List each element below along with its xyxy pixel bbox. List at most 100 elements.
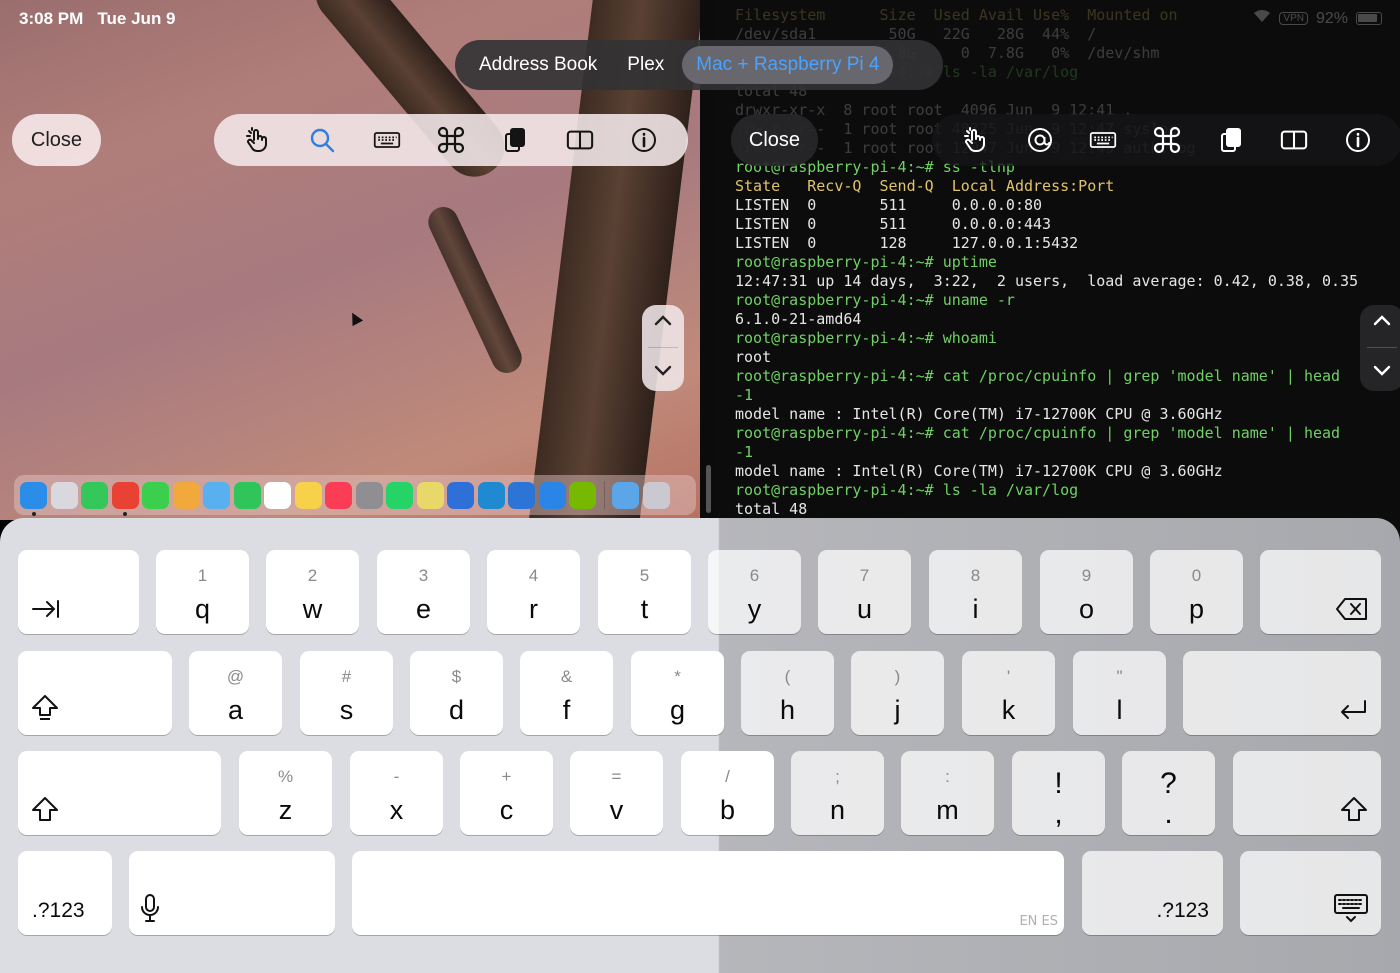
hide-keyboard-key[interactable] [1240, 851, 1381, 935]
dock-app-nvidia-icon[interactable] [569, 481, 596, 509]
key-j[interactable]: ) j [851, 651, 944, 735]
dock-app-messages-icon[interactable] [142, 481, 169, 509]
tab-address-book[interactable]: Address Book [467, 46, 609, 84]
key-u[interactable]: 7u [818, 550, 911, 634]
info-icon[interactable] [1339, 121, 1377, 159]
scroll-down-button[interactable] [1372, 364, 1392, 383]
tab-mac-raspberry-pi-4[interactable]: Mac + Raspberry Pi 4 [682, 46, 894, 84]
numbers-key[interactable]: .?123 [1082, 851, 1223, 935]
key-t[interactable]: 5t [598, 550, 691, 634]
key-g[interactable]: * g [631, 651, 724, 735]
shift-key[interactable] [18, 751, 221, 835]
search-icon[interactable] [303, 121, 341, 159]
info-icon[interactable] [625, 121, 663, 159]
touch-icon[interactable] [957, 121, 995, 159]
key-h[interactable]: (h [741, 651, 834, 735]
dock-app-launchpad-icon[interactable] [50, 481, 78, 509]
terminal-line: root@raspberry-pi-4:~# whoami [735, 329, 997, 347]
key-alt-char: 2 [307, 566, 318, 585]
delete-key[interactable] [1260, 550, 1381, 634]
key-exclamation[interactable]: !, [1012, 751, 1105, 835]
dock-app-settings-icon[interactable] [355, 481, 383, 509]
keyboard-icon[interactable] [368, 121, 406, 159]
scroll-down-button[interactable] [653, 364, 673, 383]
numbers-key-label: .?123 [32, 899, 85, 922]
key-v[interactable]: = v [570, 751, 663, 835]
key-d[interactable]: $ d [410, 651, 503, 735]
key-alt-char: + [501, 767, 512, 786]
dock-app-music-icon[interactable] [325, 481, 352, 509]
return-key[interactable] [1183, 651, 1381, 735]
key-s[interactable]: # s [300, 651, 393, 735]
dock-app-photos-icon[interactable] [172, 481, 200, 509]
dock-app-preview-icon[interactable] [447, 481, 474, 509]
key-question[interactable]: ?. [1122, 751, 1215, 835]
right-scroll-stepper [1360, 305, 1400, 391]
shift-key[interactable] [1233, 751, 1381, 835]
dock-app-stickies-icon[interactable] [416, 481, 444, 509]
terminal-line: -1 [735, 386, 754, 404]
dock-app-chrome-icon[interactable] [111, 481, 139, 516]
terminal-line: root@raspberry-pi-4:~# uptime [735, 253, 997, 271]
dock-app-maps-icon[interactable] [203, 481, 230, 509]
dock-app-trash-icon[interactable] [642, 481, 670, 509]
scroll-up-button[interactable] [653, 313, 673, 332]
terminal-line: State Recv-Q Send-Q Local Address:Port [735, 177, 1115, 195]
clipboard-icon[interactable] [496, 121, 534, 159]
key-alt-char: - [393, 767, 400, 786]
dock-app-facetime-icon[interactable] [233, 481, 261, 509]
scroll-up-button[interactable] [1372, 313, 1392, 332]
terminal-line: LISTEN 0 511 0.0.0.0:80 [735, 196, 1043, 214]
key-e[interactable]: 3e [377, 550, 470, 634]
key-char: z [278, 795, 293, 825]
dock-app-whatsapp-icon[interactable] [386, 481, 413, 509]
tab-key[interactable] [18, 550, 139, 634]
key-a[interactable]: @ a [189, 651, 282, 735]
space-key[interactable]: EN ES [352, 851, 1064, 935]
command-icon[interactable] [1148, 121, 1186, 159]
key-alt-char: % [277, 767, 294, 786]
clipboard-icon[interactable] [1212, 121, 1250, 159]
key-z[interactable]: % z [239, 751, 332, 835]
close-left-session-button[interactable]: Close [12, 114, 101, 166]
dock-app-downloads-folder-icon[interactable] [612, 481, 639, 509]
split-view-icon[interactable] [1275, 121, 1313, 159]
key-i[interactable]: 8i [929, 550, 1022, 634]
tab-plex[interactable]: Plex [615, 46, 676, 84]
key-o[interactable]: 9o [1040, 550, 1133, 634]
dock-app-calendar-icon[interactable] [264, 481, 291, 509]
caps-lock-key[interactable] [18, 651, 172, 735]
key-m[interactable]: :m [901, 751, 994, 835]
dock-app-xcode-icon[interactable] [508, 481, 535, 509]
key-n[interactable]: ; n [791, 751, 884, 835]
dock-app-remote-desktop-icon[interactable] [538, 481, 566, 509]
key-q[interactable]: 1q [156, 550, 249, 634]
keyboard-icon[interactable] [1084, 121, 1122, 159]
terminal-line: root@raspberry-pi-4:~# cat /proc/cpuinfo… [735, 424, 1341, 442]
battery-percent: 92% [1315, 9, 1348, 27]
dock-app-notes-icon[interactable] [294, 481, 322, 509]
key-l[interactable]: " l [1073, 651, 1166, 735]
numbers-key[interactable]: .?123 [18, 851, 112, 935]
key-k[interactable]: ' k [962, 651, 1055, 735]
key-b[interactable]: / b [681, 751, 774, 835]
key-y[interactable]: 6y [708, 550, 801, 634]
key-p[interactable]: 0p [1150, 550, 1243, 634]
split-view-icon[interactable] [561, 121, 599, 159]
key-r[interactable]: 4r [487, 550, 580, 634]
key-c[interactable]: + c [460, 751, 553, 835]
dock-app-phone-icon[interactable] [81, 481, 108, 509]
dock-app-vscode-icon[interactable] [477, 481, 505, 509]
at-sign-icon[interactable] [1021, 121, 1059, 159]
key-f[interactable]: & f [520, 651, 613, 735]
key-alt-char: 4 [528, 566, 539, 585]
key-w[interactable]: 2w [266, 550, 359, 634]
touch-icon[interactable] [239, 121, 277, 159]
return-icon [1337, 697, 1369, 723]
key-x[interactable]: -x [350, 751, 443, 835]
dock-app-finder-icon[interactable] [20, 481, 47, 516]
dictation-key[interactable] [129, 851, 335, 935]
split-divider-handle[interactable] [706, 465, 711, 513]
command-icon[interactable] [432, 121, 470, 159]
close-right-session-button[interactable]: Close [731, 114, 818, 166]
